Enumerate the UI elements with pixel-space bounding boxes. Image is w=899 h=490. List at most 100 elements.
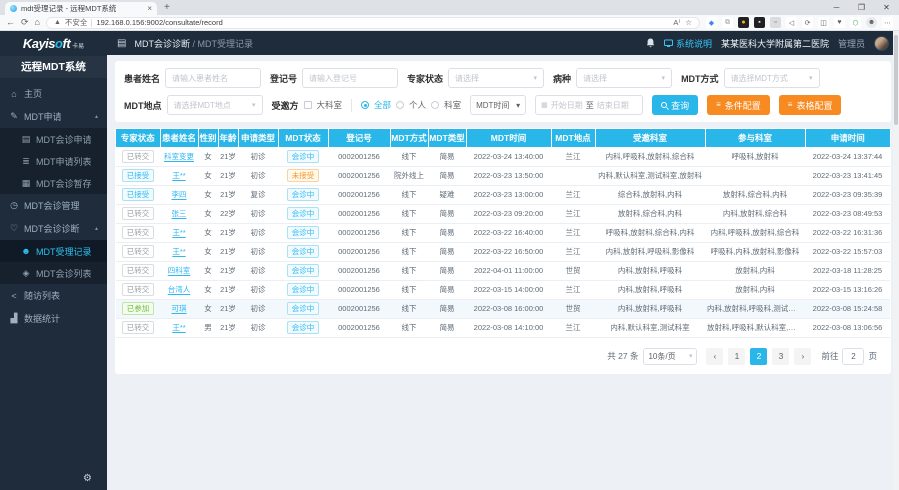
sidebar-item-mdt-apply[interactable]: ✎MDT申请▴ [0, 105, 107, 128]
page-size-select[interactable]: 10条/页▾ [643, 348, 697, 365]
extensions-puzzle-icon[interactable]: ⬡ [850, 17, 861, 28]
sidebar-item-mdt-list[interactable]: ◈MDT会诊列表 [0, 262, 107, 284]
page-button-1[interactable]: 1 [728, 348, 745, 365]
expert-status-select[interactable]: 请选择▾ [448, 68, 544, 88]
refresh-icon[interactable]: ⟳ [21, 18, 29, 27]
cell-age: 21岁 [218, 280, 238, 299]
cell-age: 21岁 [218, 166, 238, 185]
speaker-mute-icon[interactable]: ◁ [786, 17, 797, 28]
sidebar-item-mdt-apply-list[interactable]: ≣MDT申请列表 [0, 150, 107, 172]
invitee-radio-个人[interactable] [396, 101, 404, 109]
tab-close-icon[interactable]: × [147, 5, 152, 13]
patient-name-link[interactable]: 王** [172, 171, 185, 180]
window-restore-icon[interactable]: ❐ [849, 0, 874, 15]
column-header: 年龄 [218, 129, 238, 147]
cell-age: 21岁 [218, 318, 238, 337]
mdt-way-select[interactable]: 请选择MDT方式▾ [724, 68, 820, 88]
disease-select[interactable]: 请选择▾ [576, 68, 672, 88]
mdt-status-badge: 会诊中 [287, 245, 320, 258]
sidebar-item-mdt-diagnosis[interactable]: ♡MDT会诊诊断▴ [0, 217, 107, 240]
new-tab-button[interactable]: + [164, 2, 170, 15]
more-menu-icon[interactable]: ⋯ [882, 17, 893, 28]
goto-page-input[interactable] [842, 348, 864, 365]
cell-invited-depts: 内科,放射科,呼吸科 [595, 261, 705, 280]
records-table: 专家状态患者姓名性别年龄申请类型MDT状态登记号MDT方式MDT类型MDT时间M… [116, 129, 890, 338]
cell-apply-time: 2022-03-18 11:28:25 [805, 261, 890, 280]
patient-name-link[interactable]: 张三 [172, 209, 187, 218]
ext-dark-1-icon[interactable]: ● [738, 17, 749, 28]
cell-mdt-location: 兰江 [551, 147, 595, 166]
cell-mdt-way: 线下 [390, 185, 428, 204]
sidebar-item-label: 数据统计 [24, 312, 60, 325]
table-config-button[interactable]: ≡表格配置 [779, 95, 842, 115]
invitee-radio-科室[interactable] [431, 101, 439, 109]
patient-name-link[interactable]: 科室变更 [164, 152, 194, 161]
sidebar-item-home[interactable]: ⌂主页 [0, 82, 107, 105]
split-screen-icon[interactable]: ◫ [818, 17, 829, 28]
browser-tab[interactable]: mdt受理记录 - 远程MDT系统 × [5, 2, 157, 15]
back-icon[interactable]: ← [6, 18, 15, 27]
bell-icon[interactable] [646, 38, 655, 48]
profile-icon[interactable]: ☻ [866, 17, 877, 28]
patient-name-input[interactable] [165, 68, 261, 88]
big-dept-checkbox[interactable] [304, 101, 312, 109]
ext-dark-2-icon[interactable]: ▪ [754, 17, 765, 28]
condition-config-button[interactable]: ≡条件配置 [707, 95, 770, 115]
system-help-link[interactable]: 系统说明 [664, 37, 712, 50]
read-aloud-icon[interactable]: A⁾ [673, 18, 680, 27]
patient-name-link[interactable]: 四科室 [168, 266, 191, 275]
browser-essentials-icon[interactable]: ♥ [834, 17, 845, 28]
cell-patient-name: 王** [160, 166, 198, 185]
register-no-input[interactable] [302, 68, 398, 88]
sidebar-item-mdt-draft[interactable]: ▦MDT会诊暂存 [0, 172, 107, 194]
prev-page-button[interactable]: ‹ [706, 348, 723, 365]
favorite-star-icon[interactable]: ☆ [685, 18, 692, 27]
cell-gender: 女 [198, 299, 218, 318]
cell-age: 21岁 [218, 147, 238, 166]
time-type-select[interactable]: MDT时间▾ [470, 95, 526, 115]
sidebar-item-mdt-record[interactable]: ☻MDT受理记录 [0, 240, 107, 262]
next-page-button[interactable]: › [794, 348, 811, 365]
bookmark-colored-icon[interactable]: ◆ [706, 17, 717, 28]
sidebar-item-statistics[interactable]: ▟数据统计 [0, 307, 107, 330]
cell-invited-depts: 呼吸科,放射科,综合科,内科 [595, 223, 705, 242]
address-bar[interactable]: ▲ 不安全 192.168.0.156:9002/consultate/reco… [46, 17, 700, 29]
sync-icon[interactable]: ⟳ [802, 17, 813, 28]
sidebar-item-mdt-manage[interactable]: ◷MDT会诊管理 [0, 194, 107, 217]
sidebar-item-label: 随访列表 [24, 289, 60, 302]
table-header-row: 专家状态患者姓名性别年龄申请类型MDT状态登记号MDT方式MDT类型MDT时间M… [116, 129, 890, 147]
patient-name-link[interactable]: 王** [172, 247, 185, 256]
gear-icon[interactable]: ⚙ [83, 473, 92, 484]
avatar[interactable] [874, 36, 889, 51]
patient-name-link[interactable]: 李四 [172, 190, 187, 199]
cell-mdt-way: 线下 [390, 223, 428, 242]
table-row: 已转交科室变更女21岁初诊会诊中0002001256线下简易2022-03-24… [116, 147, 890, 166]
collapse-menu-icon[interactable]: ▤ [117, 38, 126, 49]
cell-mdt-way: 线下 [390, 147, 428, 166]
collections-icon[interactable]: ⧉ [722, 17, 733, 28]
page-button-3[interactable]: 3 [772, 348, 789, 365]
cell-age: 21岁 [218, 223, 238, 242]
sidebar-item-label: MDT会诊诊断 [24, 222, 80, 235]
mdt-location-select[interactable]: 请选择MDT地点▾ [167, 95, 263, 115]
invitee-radio-全部[interactable] [361, 101, 369, 109]
home-icon[interactable]: ⌂ [35, 18, 40, 27]
cell-mdt-type: 简易 [428, 318, 466, 337]
patient-name-link[interactable]: 台湾人 [168, 285, 191, 294]
window-minimize-icon[interactable]: ─ [824, 0, 849, 15]
scrollbar-thumb[interactable] [894, 35, 898, 125]
search-button[interactable]: 查询 [652, 95, 698, 115]
window-close-icon[interactable]: ✕ [874, 0, 899, 15]
date-range-picker[interactable]: ▦ 开始日期 至 结束日期 [535, 95, 643, 115]
cell-mdt-type: 简易 [428, 261, 466, 280]
patient-name-link[interactable]: 王** [172, 323, 185, 332]
page-button-2[interactable]: 2 [750, 348, 767, 365]
patient-name-label: 患者姓名 [124, 72, 160, 85]
patient-name-link[interactable]: 王** [172, 228, 185, 237]
sidebar-item-mdt-apply-form[interactable]: ▤MDT会诊申请 [0, 128, 107, 150]
page-scrollbar[interactable] [893, 31, 899, 490]
table-row: 已参加可琪女21岁初诊会诊中0002001256线下简易2022-03-08 1… [116, 299, 890, 318]
sidebar-item-followup-list[interactable]: <随访列表 [0, 284, 107, 307]
ext-gray-icon[interactable]: ▫ [770, 17, 781, 28]
patient-name-link[interactable]: 可琪 [172, 304, 187, 313]
